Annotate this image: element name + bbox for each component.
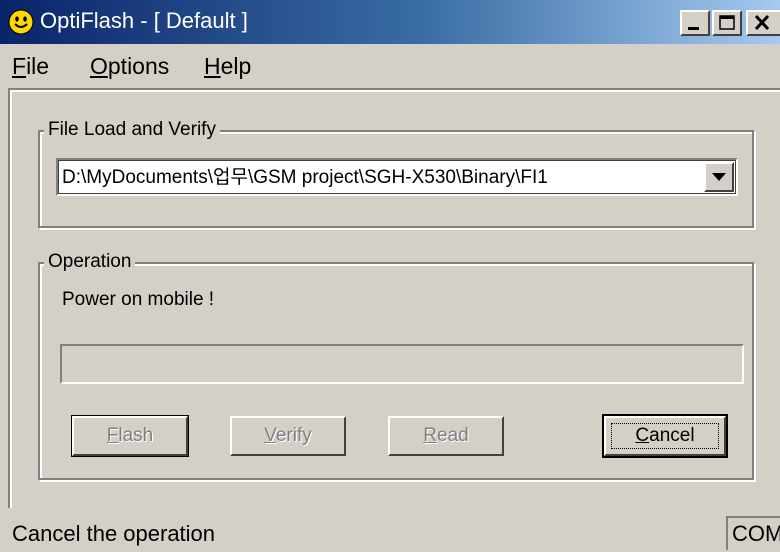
minimize-button[interactable]	[680, 10, 710, 36]
menu-file[interactable]: File	[12, 52, 49, 80]
read-button[interactable]: Read	[388, 416, 504, 456]
menu-help-mnemonic: H	[204, 53, 221, 79]
verify-button[interactable]: Verify	[230, 416, 346, 456]
status-bar-message: Cancel the operation	[12, 521, 216, 546]
optiflash-window: OptiFlash - [ Default ] File Options Hel…	[0, 0, 780, 552]
maximize-icon	[719, 15, 735, 30]
cancel-mnemonic: C	[635, 425, 650, 446]
file-path-dropdown-button[interactable]	[704, 162, 734, 192]
close-icon	[754, 14, 770, 31]
read-label: ead	[437, 425, 469, 446]
menu-help[interactable]: Help	[204, 52, 251, 80]
minimize-icon	[688, 27, 699, 30]
progress-bar	[60, 344, 744, 384]
file-path-combobox[interactable]: D:\MyDocuments\업무\GSM project\SGH-X530\B…	[56, 158, 738, 196]
title-bar[interactable]: OptiFlash - [ Default ]	[0, 0, 780, 44]
flash-button[interactable]: Flash	[72, 416, 188, 456]
verify-label: erify	[275, 425, 312, 446]
menu-help-label: elp	[220, 53, 252, 79]
status-bar-port: COM	[732, 521, 780, 546]
verify-mnemonic: V	[264, 425, 276, 446]
file-load-group-title: File Load and Verify	[44, 118, 220, 142]
menu-file-mnemonic: F	[12, 53, 27, 79]
menu-bar: File Options Help	[0, 44, 780, 84]
menu-options[interactable]: Options	[90, 52, 169, 80]
file-path-value: D:\MyDocuments\업무\GSM project\SGH-X530\B…	[62, 167, 548, 188]
chevron-down-icon	[712, 173, 726, 181]
cancel-label: ancel	[649, 425, 695, 446]
cancel-button[interactable]: Cancel	[604, 416, 726, 456]
operation-status-message: Power on mobile !	[62, 289, 215, 310]
flash-label: lash	[118, 425, 154, 446]
read-mnemonic: R	[423, 425, 438, 446]
menu-options-label: ptions	[107, 53, 170, 79]
smiley-icon	[8, 9, 34, 35]
status-bar: Cancel the operation COM	[0, 512, 780, 552]
menu-file-label: ile	[26, 53, 50, 79]
maximize-button[interactable]	[712, 10, 742, 36]
status-bar-port-pane: COM	[726, 516, 780, 550]
window-title: OptiFlash - [ Default ]	[40, 8, 248, 33]
close-button[interactable]	[746, 10, 780, 36]
flash-mnemonic: F	[106, 425, 119, 446]
operation-group-title: Operation	[44, 250, 136, 274]
menu-options-mnemonic: O	[90, 53, 108, 79]
